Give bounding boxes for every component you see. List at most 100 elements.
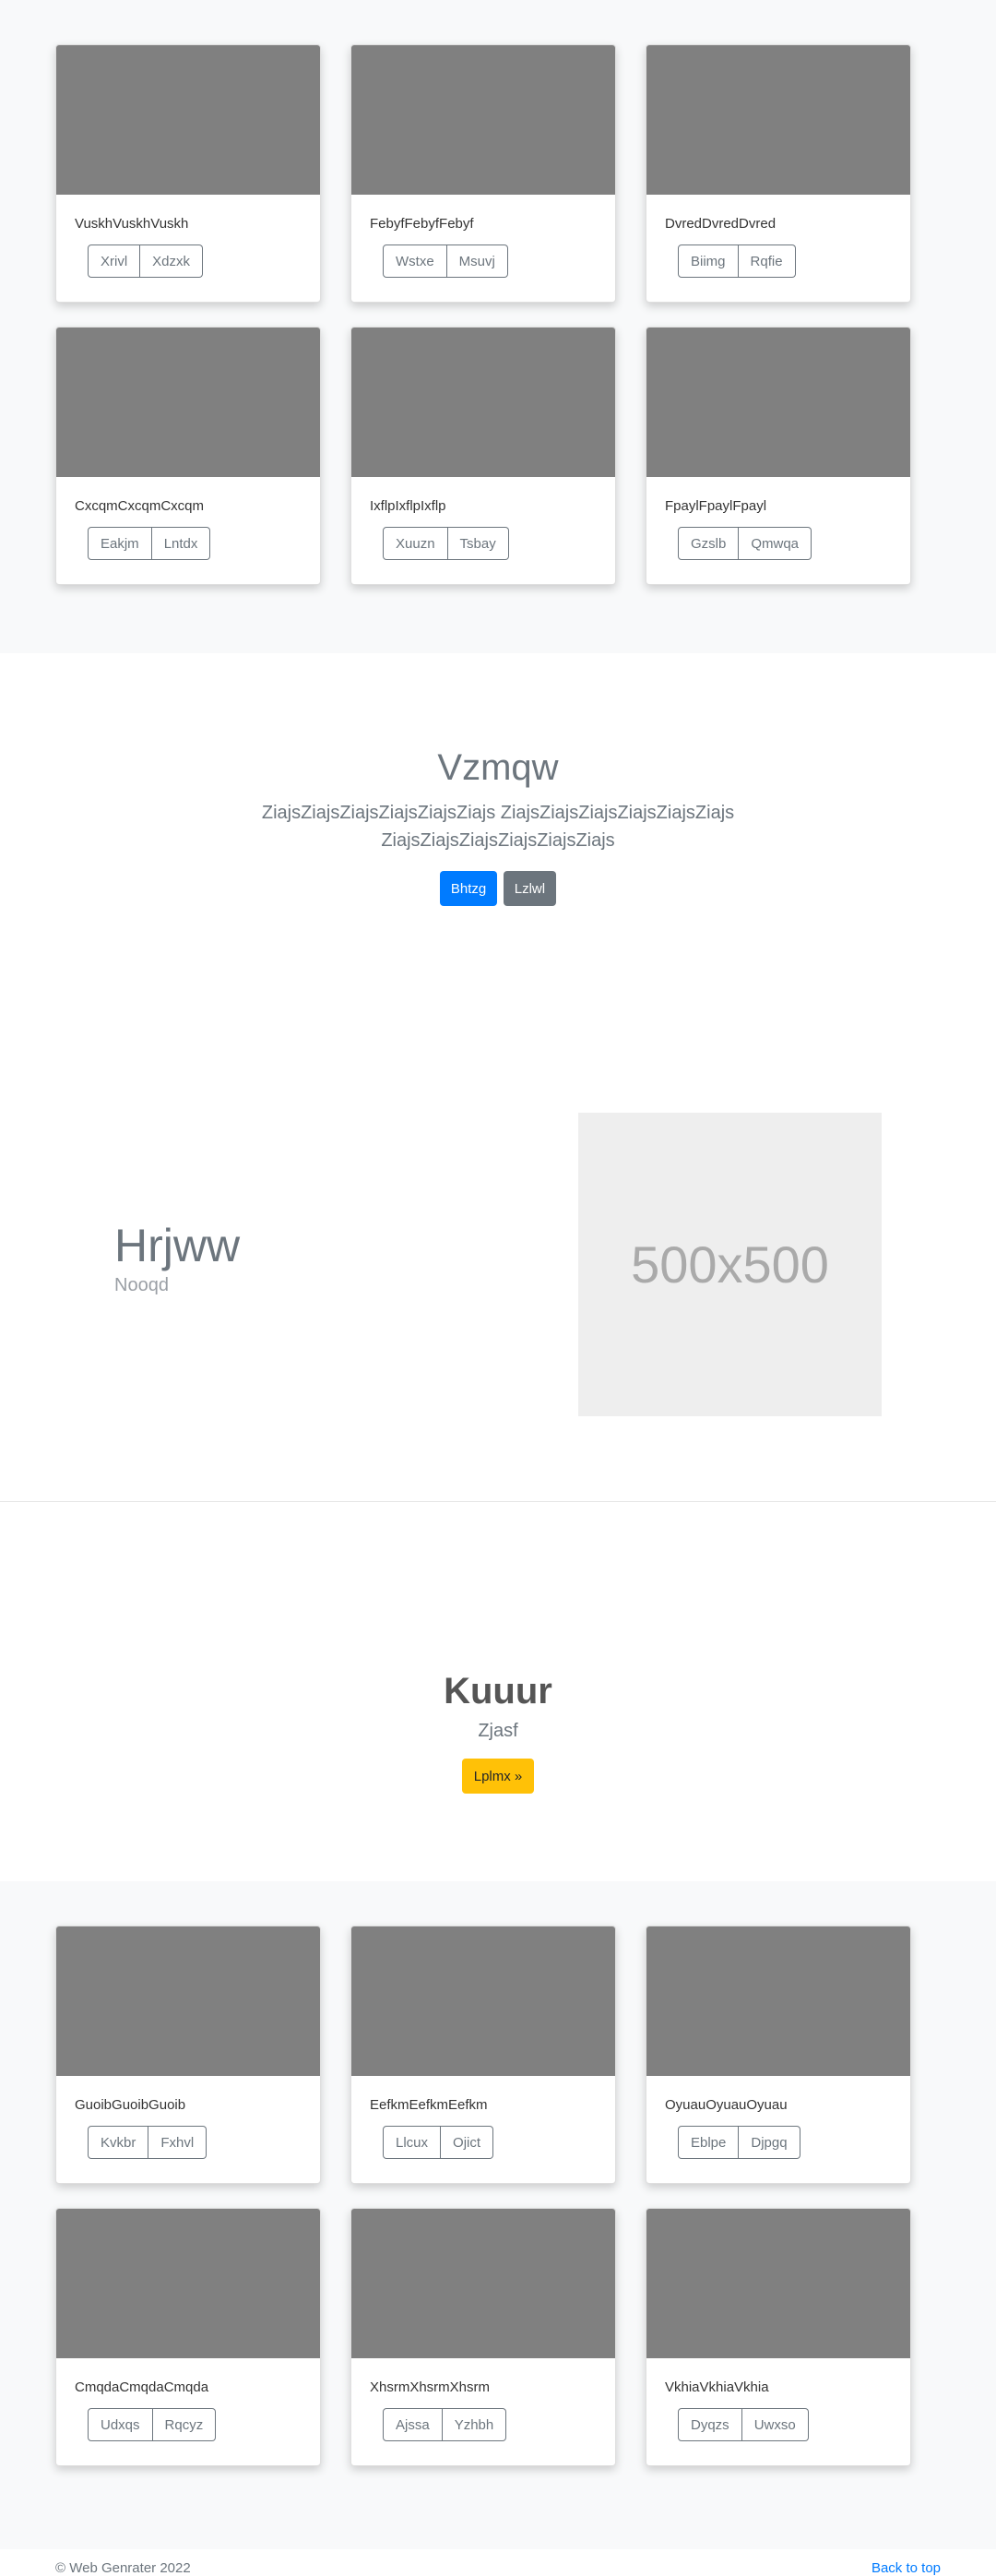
featurette: Hrjww Nooqd 500x500 <box>0 980 996 1502</box>
album-card: VuskhVuskhVuskh Xrivl Xdzxk <box>55 44 321 303</box>
card-view-button[interactable]: Wstxe <box>383 244 447 278</box>
back-to-top-link[interactable]: Back to top <box>872 2560 941 2576</box>
album-card: XhsrmXhsrmXhsrm Ajssa Yzhbh <box>350 2208 616 2466</box>
card-edit-button[interactable]: Fxhvl <box>148 2126 208 2159</box>
card-text: EefkmEefkmEefkm <box>370 2097 488 2113</box>
card-edit-button[interactable]: Rqfie <box>738 244 796 278</box>
card-image <box>56 328 320 477</box>
card-text: VuskhVuskhVuskh <box>75 216 189 232</box>
jumbotron-buttons: Bhtzg Lzlwl <box>0 871 996 906</box>
card-view-button[interactable]: Xrivl <box>88 244 141 278</box>
album-card: OyuauOyuauOyuau Eblpe Djpgq <box>646 1926 911 2184</box>
card-view-button[interactable]: Llcux <box>383 2126 442 2159</box>
card-edit-button[interactable]: Qmwqa <box>739 527 812 560</box>
album-card: GuoibGuoibGuoib Kvkbr Fxhvl <box>55 1926 321 2184</box>
card-body: VuskhVuskhVuskh Xrivl Xdzxk <box>56 195 320 278</box>
card-body: OyuauOyuauOyuau Eblpe Djpgq <box>646 2076 910 2159</box>
call-to-action: Kuuur Zjasf Lplmx » <box>0 1502 996 1881</box>
footer-copyright: © Web Genrater 2022 <box>55 2560 191 2576</box>
card-button-group: Eblpe Djpgq <box>678 2126 800 2159</box>
card-button-group: Dyqzs Uwxso <box>678 2408 809 2441</box>
album-card: FebyfFebyfFebyf Wstxe Msuvj <box>350 44 616 303</box>
featurette-heading: Hrjww <box>114 1220 241 1271</box>
card-body: EefkmEefkmEefkm Llcux Ojict <box>351 2076 615 2159</box>
card-image <box>646 45 910 195</box>
card-image <box>351 1926 615 2076</box>
card-grid: VuskhVuskhVuskh Xrivl Xdzxk FebyfFebyfFe… <box>55 44 941 585</box>
card-text: GuoibGuoibGuoib <box>75 2097 186 2113</box>
card-text: IxflpIxflpIxflp <box>370 498 446 514</box>
card-button-group: Eakjm Lntdx <box>88 527 211 560</box>
placeholder-image-label: 500x500 <box>631 1235 829 1294</box>
card-text: FebyfFebyfFebyf <box>370 216 474 232</box>
card-view-button[interactable]: Ajssa <box>383 2408 443 2441</box>
card-edit-button[interactable]: Djpgq <box>739 2126 800 2159</box>
card-button-group: Udxqs Rqcyz <box>88 2408 217 2441</box>
album-card: CmqdaCmqdaCmqda Udxqs Rqcyz <box>55 2208 321 2466</box>
card-view-button[interactable]: Eblpe <box>678 2126 740 2159</box>
card-text: CxcqmCxcqmCxcqm <box>75 498 205 514</box>
card-button-group: Wstxe Msuvj <box>383 244 508 278</box>
cta-button[interactable]: Lplmx » <box>461 1759 535 1794</box>
album-card: DvredDvredDvred Biimg Rqfie <box>646 44 911 303</box>
card-image <box>56 45 320 195</box>
featurette-subheading: Nooqd <box>114 1275 169 1295</box>
card-body: IxflpIxflpIxflp Xuuzn Tsbay <box>351 477 615 560</box>
featurette-image-placeholder: 500x500 <box>578 1113 882 1416</box>
album-section-bottom: GuoibGuoibGuoib Kvkbr Fxhvl EefkmEefkmEe… <box>0 1881 996 2549</box>
card-button-group: Ajssa Yzhbh <box>383 2408 507 2441</box>
card-image <box>351 45 615 195</box>
cta-subheading: Zjasf <box>478 1721 518 1741</box>
card-button-group: Kvkbr Fxhvl <box>88 2126 208 2159</box>
card-view-button[interactable]: Gzslb <box>678 527 740 560</box>
card-view-button[interactable]: Biimg <box>678 244 739 278</box>
card-text: CmqdaCmqdaCmqda <box>75 2379 209 2395</box>
card-text: DvredDvredDvred <box>665 216 777 232</box>
card-edit-button[interactable]: Lntdx <box>151 527 211 560</box>
card-button-group: Xuuzn Tsbay <box>383 527 509 560</box>
card-image <box>56 2209 320 2358</box>
card-image <box>351 328 615 477</box>
album-card: CxcqmCxcqmCxcqm Eakjm Lntdx <box>55 327 321 585</box>
card-text: OyuauOyuauOyuau <box>665 2097 788 2113</box>
album-card: IxflpIxflpIxflp Xuuzn Tsbay <box>350 327 616 585</box>
jumbotron: Vzmqw ZiajsZiajsZiajsZiajsZiajsZiajs Zia… <box>0 653 996 980</box>
album-card: FpaylFpaylFpayl Gzslb Qmwqa <box>646 327 911 585</box>
jumbotron-heading: Vzmqw <box>437 747 559 788</box>
card-view-button[interactable]: Udxqs <box>88 2408 153 2441</box>
card-text: FpaylFpaylFpayl <box>665 498 767 514</box>
card-edit-button[interactable]: Uwxso <box>741 2408 809 2441</box>
card-edit-button[interactable]: Msuvj <box>446 244 508 278</box>
card-text: VkhiaVkhiaVkhia <box>665 2379 769 2395</box>
album-section-top: VuskhVuskhVuskh Xrivl Xdzxk FebyfFebyfFe… <box>0 0 996 653</box>
card-body: DvredDvredDvred Biimg Rqfie <box>646 195 910 278</box>
card-edit-button[interactable]: Rqcyz <box>152 2408 217 2441</box>
card-edit-button[interactable]: Ojict <box>441 2126 494 2159</box>
album-card: EefkmEefkmEefkm Llcux Ojict <box>350 1926 616 2184</box>
card-image <box>646 328 910 477</box>
card-button-group: Llcux Ojict <box>383 2126 494 2159</box>
card-edit-button[interactable]: Xdzxk <box>140 244 204 278</box>
card-body: GuoibGuoibGuoib Kvkbr Fxhvl <box>56 2076 320 2159</box>
card-view-button[interactable]: Xuuzn <box>383 527 448 560</box>
card-edit-button[interactable]: Tsbay <box>447 527 509 560</box>
card-view-button[interactable]: Kvkbr <box>88 2126 149 2159</box>
card-edit-button[interactable]: Yzhbh <box>442 2408 507 2441</box>
jumbotron-primary-button[interactable]: Bhtzg <box>439 871 498 906</box>
card-button-group: Biimg Rqfie <box>678 244 796 278</box>
card-view-button[interactable]: Eakjm <box>88 527 152 560</box>
card-body: FebyfFebyfFebyf Wstxe Msuvj <box>351 195 615 278</box>
cta-heading: Kuuur <box>444 1671 552 1711</box>
card-image <box>56 1926 320 2076</box>
card-body: XhsrmXhsrmXhsrm Ajssa Yzhbh <box>351 2358 615 2441</box>
card-image <box>646 1926 910 2076</box>
card-button-group: Xrivl Xdzxk <box>88 244 204 278</box>
card-view-button[interactable]: Dyqzs <box>678 2408 742 2441</box>
jumbotron-lead: ZiajsZiajsZiajsZiajsZiajsZiajs ZiajsZiaj… <box>261 803 735 851</box>
jumbotron-secondary-button[interactable]: Lzlwl <box>503 871 557 906</box>
featurette-text: Hrjww Nooqd <box>114 1218 240 1296</box>
card-image <box>646 2209 910 2358</box>
card-button-group: Gzslb Qmwqa <box>678 527 812 560</box>
card-body: VkhiaVkhiaVkhia Dyqzs Uwxso <box>646 2358 910 2441</box>
footer: © Web Genrater 2022 Back to top <box>55 2549 941 2576</box>
